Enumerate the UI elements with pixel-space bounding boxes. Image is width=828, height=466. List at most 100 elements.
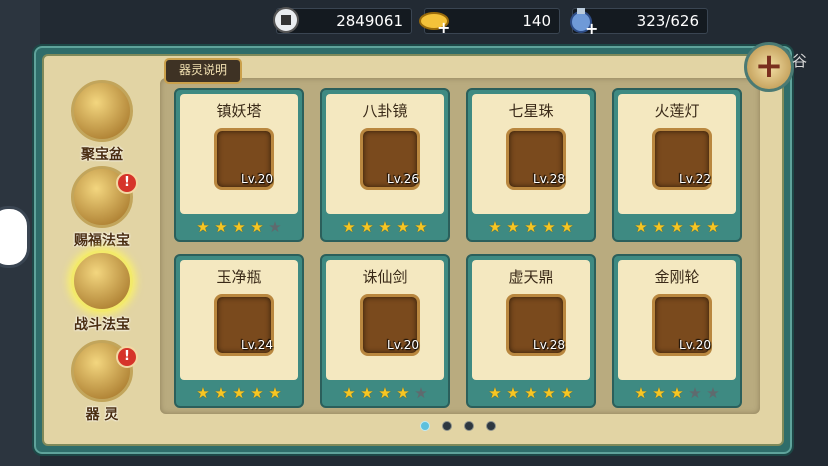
star-filled-icon: ★	[652, 384, 666, 402]
treasure-icon: Lv.20	[360, 294, 420, 356]
treasure-icon: Lv.24	[214, 294, 274, 356]
nav-item-3[interactable]: 战斗法宝	[62, 250, 142, 334]
nav-label: 赐福法宝	[74, 233, 130, 249]
treasure-card[interactable]: 镇妖塔 Lv.20 ★ ★ ★ ★ ★	[174, 88, 304, 242]
page-dot-4[interactable]	[486, 421, 496, 431]
ingot-value: 140	[522, 12, 551, 30]
treasure-name: 八卦镜	[362, 102, 408, 120]
star-filled-icon: ★	[560, 384, 574, 402]
star-filled-icon: ★	[524, 384, 538, 402]
treasure-level: Lv.26	[387, 172, 419, 186]
nav-label: 战斗法宝	[74, 317, 130, 333]
treasure-icon: Lv.20	[214, 128, 274, 190]
star-filled-icon: ★	[378, 384, 392, 402]
star-filled-icon: ★	[214, 218, 228, 236]
alert-badge-icon: !	[116, 172, 138, 194]
energy-value: 323/626	[636, 12, 699, 30]
alert-badge-icon: !	[116, 346, 138, 368]
star-filled-icon: ★	[488, 218, 502, 236]
treasure-card[interactable]: 金刚轮 Lv.20 ★ ★ ★ ★ ★	[612, 254, 742, 408]
treasure-level: Lv.20	[387, 338, 419, 352]
star-filled-icon: ★	[232, 218, 246, 236]
edge-text: 谷	[792, 52, 808, 70]
treasure-card[interactable]: 虚天鼎 Lv.28 ★ ★ ★ ★ ★	[466, 254, 596, 408]
star-filled-icon: ★	[396, 218, 410, 236]
star-filled-icon: ★	[560, 218, 574, 236]
star-filled-icon: ★	[250, 218, 264, 236]
coin-icon	[271, 5, 301, 35]
card-face: 镇妖塔 Lv.20	[180, 94, 298, 214]
star-filled-icon: ★	[506, 218, 520, 236]
potion-plus-icon[interactable]: +	[567, 5, 598, 38]
star-filled-icon: ★	[542, 384, 556, 402]
treasure-icon: Lv.20	[652, 294, 712, 356]
treasure-icon: Lv.28	[506, 128, 566, 190]
page-dot-3[interactable]	[464, 421, 474, 431]
star-filled-icon: ★	[268, 384, 282, 402]
treasure-icon: Lv.22	[652, 128, 712, 190]
star-filled-icon: ★	[414, 218, 428, 236]
star-rating: ★ ★ ★ ★ ★	[322, 217, 448, 236]
svg-text:+: +	[585, 19, 598, 35]
energy-counter[interactable]: + 323/626	[570, 8, 708, 38]
star-rating: ★ ★ ★ ★ ★	[468, 217, 594, 236]
nav-label: 器 灵	[85, 407, 119, 423]
treasure-level: Lv.28	[533, 172, 565, 186]
treasure-icon: Lv.26	[360, 128, 420, 190]
star-filled-icon: ★	[342, 384, 356, 402]
treasure-card[interactable]: 玉净瓶 Lv.24 ★ ★ ★ ★ ★	[174, 254, 304, 408]
star-filled-icon: ★	[196, 218, 210, 236]
card-face: 八卦镜 Lv.26	[326, 94, 444, 214]
star-empty-icon: ★	[268, 218, 282, 236]
nav-item-4[interactable]: 器 灵!	[62, 340, 142, 424]
nav-label: 聚宝盆	[81, 147, 123, 163]
treasure-icon: Lv.28	[506, 294, 566, 356]
page-dot-1[interactable]	[420, 421, 430, 431]
close-plus-button[interactable]: +	[744, 42, 794, 92]
side-avatar[interactable]	[0, 206, 30, 268]
star-rating: ★ ★ ★ ★ ★	[614, 383, 740, 402]
treasure-name: 金刚轮	[654, 268, 700, 286]
card-face: 玉净瓶 Lv.24	[180, 260, 298, 380]
spirit-info-button[interactable]: 器灵说明	[164, 58, 242, 84]
star-filled-icon: ★	[378, 218, 392, 236]
star-rating: ★ ★ ★ ★ ★	[468, 383, 594, 402]
star-filled-icon: ★	[634, 218, 648, 236]
card-face: 虚天鼎 Lv.28	[472, 260, 590, 380]
star-filled-icon: ★	[706, 218, 720, 236]
card-face: 诛仙剑 Lv.20	[326, 260, 444, 380]
treasure-card[interactable]: 七星珠 Lv.28 ★ ★ ★ ★ ★	[466, 88, 596, 242]
nav-item-2[interactable]: 赐福法宝!	[62, 166, 142, 250]
star-rating: ★ ★ ★ ★ ★	[322, 383, 448, 402]
star-empty-icon: ★	[688, 384, 702, 402]
treasure-card[interactable]: 八卦镜 Lv.26 ★ ★ ★ ★ ★	[320, 88, 450, 242]
gold-ingot-plus-icon[interactable]: +	[419, 5, 450, 37]
nav-treasure-icon	[71, 250, 133, 312]
treasure-name: 玉净瓶	[216, 268, 262, 286]
star-filled-icon: ★	[342, 218, 356, 236]
star-filled-icon: ★	[360, 384, 374, 402]
treasure-name: 镇妖塔	[216, 102, 262, 120]
ingot-counter[interactable]: + 140	[419, 8, 560, 37]
star-filled-icon: ★	[688, 218, 702, 236]
star-filled-icon: ★	[670, 384, 684, 402]
star-filled-icon: ★	[670, 218, 684, 236]
star-filled-icon: ★	[396, 384, 410, 402]
star-filled-icon: ★	[652, 218, 666, 236]
treasure-name: 七星珠	[508, 102, 554, 120]
star-rating: ★ ★ ★ ★ ★	[176, 217, 302, 236]
treasure-card[interactable]: 诛仙剑 Lv.20 ★ ★ ★ ★ ★	[320, 254, 450, 408]
page-dot-2[interactable]	[442, 421, 452, 431]
card-face: 火莲灯 Lv.22	[618, 94, 736, 214]
star-rating: ★ ★ ★ ★ ★	[614, 217, 740, 236]
star-filled-icon: ★	[506, 384, 520, 402]
treasure-level: Lv.20	[241, 172, 273, 186]
treasure-card[interactable]: 火莲灯 Lv.22 ★ ★ ★ ★ ★	[612, 88, 742, 242]
star-filled-icon: ★	[634, 384, 648, 402]
card-face: 七星珠 Lv.28	[472, 94, 590, 214]
star-filled-icon: ★	[214, 384, 228, 402]
coin-value: 2849061	[336, 12, 403, 30]
nav-treasure-icon	[71, 80, 133, 142]
nav-item-1[interactable]: 聚宝盆	[62, 80, 142, 164]
star-empty-icon: ★	[414, 384, 428, 402]
